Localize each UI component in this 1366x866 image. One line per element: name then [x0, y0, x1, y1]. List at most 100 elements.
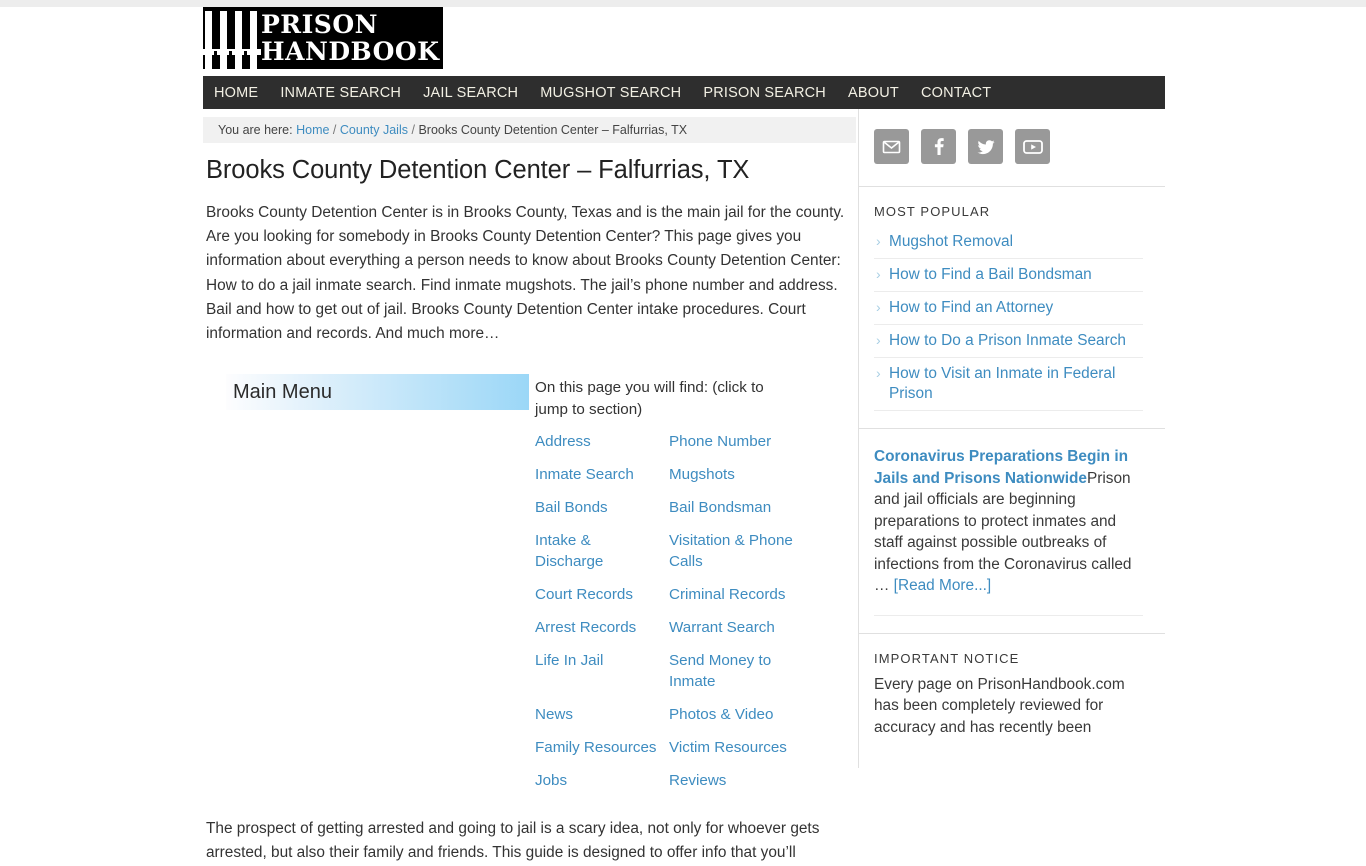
jump-link-warrant-search[interactable]: Warrant Search	[669, 619, 775, 636]
breadcrumb-separator-2: /	[411, 123, 414, 137]
social-widget	[859, 109, 1165, 187]
jump-link-family-resources[interactable]: Family Resources	[535, 739, 657, 756]
table-cell: Phone Number	[669, 431, 803, 464]
nav-item-mugshot-search[interactable]: MUGSHOT SEARCH	[529, 85, 692, 101]
breadcrumb-current: Brooks County Detention Center – Falfurr…	[418, 123, 687, 137]
jump-link-criminal-records[interactable]: Criminal Records	[669, 586, 785, 603]
most-popular-title: MOST POPULAR	[874, 204, 1143, 219]
important-notice-text: Every page on PrisonHandbook.com has bee…	[874, 674, 1143, 739]
table-cell: Bail Bonds	[535, 497, 669, 530]
jump-link-bail-bondsman[interactable]: Bail Bondsman	[669, 499, 771, 516]
jump-link-victim-resources[interactable]: Victim Resources	[669, 739, 787, 756]
featured-post-excerpt: Prison and jail officials are beginning …	[874, 470, 1132, 595]
table-cell: Bail Bondsman	[669, 497, 803, 530]
youtube-icon	[1022, 139, 1044, 155]
breadcrumb-separator-1: /	[333, 123, 336, 137]
social-link-twitter[interactable]	[968, 129, 1003, 164]
jump-links-table: Address Phone Number Inmate Search Mugsh…	[535, 431, 803, 803]
jump-link-phone-number[interactable]: Phone Number	[669, 433, 771, 450]
nav-item-jail-search[interactable]: JAIL SEARCH	[412, 85, 529, 101]
nav-item-about[interactable]: ABOUT	[837, 85, 910, 101]
popular-link-find-attorney[interactable]: How to Find an Attorney	[874, 298, 1053, 318]
jump-link-life-in-jail[interactable]: Life In Jail	[535, 652, 603, 669]
social-link-facebook[interactable]	[921, 129, 956, 164]
table-cell: Arrest Records	[535, 617, 669, 650]
jump-link-inmate-search[interactable]: Inmate Search	[535, 466, 634, 483]
featured-post-body: Coronavirus Preparations Begin in Jails …	[874, 446, 1143, 597]
nav-item-home[interactable]: HOME	[212, 85, 269, 101]
logo-line-1: PRISON	[261, 10, 378, 39]
most-popular-widget: MOST POPULAR Mugshot Removal How to Find…	[859, 187, 1165, 429]
table-cell: Jobs	[535, 770, 669, 803]
jump-link-reviews[interactable]: Reviews	[669, 772, 726, 789]
read-more-link[interactable]: [Read More...]	[894, 577, 992, 594]
table-cell: Intake & Discharge	[535, 530, 669, 584]
social-link-youtube[interactable]	[1015, 129, 1050, 164]
table-cell: Warrant Search	[669, 617, 803, 650]
table-cell: Court Records	[535, 584, 669, 617]
top-page-strip	[0, 0, 1366, 7]
list-item: How to Do a Prison Inmate Search	[874, 325, 1143, 358]
jump-link-bail-bonds[interactable]: Bail Bonds	[535, 499, 608, 516]
jump-link-photos-video[interactable]: Photos & Video	[669, 706, 773, 723]
table-cell: News	[535, 704, 669, 737]
table-cell: Inmate Search	[535, 464, 669, 497]
logo-wordmark: PRISON HANDBOOK	[261, 11, 439, 65]
twitter-icon	[976, 137, 996, 157]
main-menu-label: Main Menu	[233, 381, 332, 404]
table-cell: Family Resources	[535, 737, 669, 770]
facebook-icon	[929, 137, 948, 156]
nav-item-inmate-search[interactable]: INMATE SEARCH	[269, 85, 412, 101]
table-cell: Mugshots	[669, 464, 803, 497]
sidebar: MOST POPULAR Mugshot Removal How to Find…	[858, 109, 1165, 768]
email-icon	[882, 137, 901, 156]
table-row: Bail Bonds Bail Bondsman	[535, 497, 803, 530]
popular-link-find-bail-bondsman[interactable]: How to Find a Bail Bondsman	[874, 265, 1092, 285]
table-row: Court Records Criminal Records	[535, 584, 803, 617]
jump-link-mugshots[interactable]: Mugshots	[669, 466, 735, 483]
body-wrapper: You are here: Home / County Jails / Broo…	[203, 109, 1165, 768]
jump-lead-text: On this page you will find: (click to ju…	[535, 377, 785, 421]
prison-bars-icon	[203, 7, 261, 69]
site-header: PRISON HANDBOOK	[203, 7, 1165, 76]
breadcrumb-link-home[interactable]: Home	[296, 123, 329, 137]
popular-link-visit-inmate-federal-prison[interactable]: How to Visit an Inmate in Federal Prison	[874, 364, 1143, 404]
jump-link-jobs[interactable]: Jobs	[535, 772, 567, 789]
important-notice-widget: IMPORTANT NOTICE Every page on PrisonHan…	[859, 634, 1165, 756]
social-link-email[interactable]	[874, 129, 909, 164]
jump-link-address[interactable]: Address	[535, 433, 591, 450]
table-row: Family Resources Victim Resources	[535, 737, 803, 770]
featured-post-divider	[874, 615, 1143, 616]
table-row: Arrest Records Warrant Search	[535, 617, 803, 650]
jump-section: Main Menu On this page you will find: (c…	[203, 374, 858, 803]
most-popular-list: Mugshot Removal How to Find a Bail Bonds…	[874, 226, 1143, 411]
jump-links-column: On this page you will find: (click to ju…	[529, 374, 849, 803]
jump-link-arrest-records[interactable]: Arrest Records	[535, 619, 636, 636]
important-notice-title: IMPORTANT NOTICE	[874, 651, 1143, 666]
closing-paragraph: The prospect of getting arrested and goi…	[206, 817, 848, 865]
main-menu-header: Main Menu	[226, 374, 529, 410]
table-row: Jobs Reviews	[535, 770, 803, 803]
table-row: News Photos & Video	[535, 704, 803, 737]
jump-link-intake-discharge[interactable]: Intake & Discharge	[535, 532, 603, 570]
breadcrumb: You are here: Home / County Jails / Broo…	[203, 117, 856, 143]
popular-link-prison-inmate-search[interactable]: How to Do a Prison Inmate Search	[874, 331, 1126, 351]
jump-link-news[interactable]: News	[535, 706, 573, 723]
nav-item-prison-search[interactable]: PRISON SEARCH	[692, 85, 837, 101]
site-logo[interactable]: PRISON HANDBOOK	[203, 7, 443, 69]
table-cell: Photos & Video	[669, 704, 803, 737]
social-icons-row	[874, 129, 1150, 164]
main-navigation[interactable]: HOME INMATE SEARCH JAIL SEARCH MUGSHOT S…	[203, 76, 1165, 109]
table-cell: Victim Resources	[669, 737, 803, 770]
list-item: Mugshot Removal	[874, 226, 1143, 259]
jump-link-court-records[interactable]: Court Records	[535, 586, 633, 603]
table-cell: Send Money to Inmate	[669, 650, 803, 704]
list-item: How to Visit an Inmate in Federal Prison	[874, 358, 1143, 411]
jump-link-visitation-phone-calls[interactable]: Visitation & Phone Calls	[669, 532, 793, 570]
nav-item-contact[interactable]: CONTACT	[910, 85, 1002, 101]
breadcrumb-link-county-jails[interactable]: County Jails	[340, 123, 408, 137]
intro-paragraph: Brooks County Detention Center is in Bro…	[206, 201, 848, 346]
table-cell: Criminal Records	[669, 584, 803, 617]
jump-link-send-money-to-inmate[interactable]: Send Money to Inmate	[669, 652, 771, 690]
popular-link-mugshot-removal[interactable]: Mugshot Removal	[874, 232, 1013, 252]
